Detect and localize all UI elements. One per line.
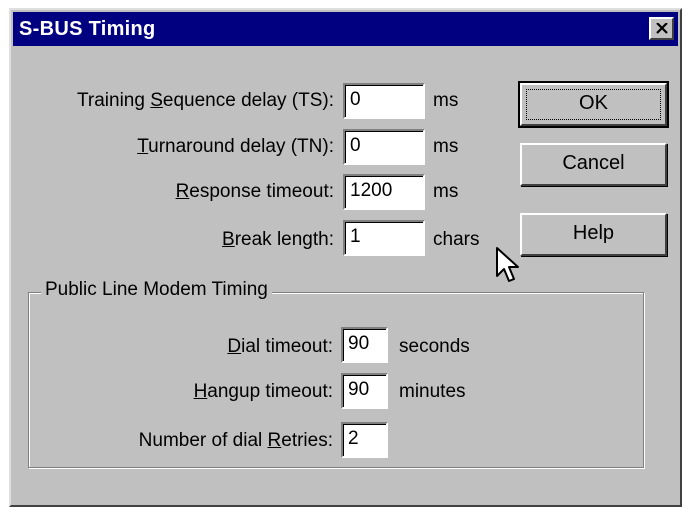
public-line-modem-timing-group: Public Line Modem Timing	[28, 279, 644, 468]
help-button-label: Help	[572, 222, 615, 244]
dial-retries-input[interactable]: 2	[341, 422, 388, 458]
break-length-label: Break length:	[222, 229, 334, 250]
break-length-unit: chars	[433, 229, 480, 250]
turnaround-delay-label: Turnaround delay (TN):	[137, 136, 334, 157]
ok-button-label: OK	[579, 92, 608, 114]
ok-button[interactable]: OK	[518, 81, 669, 128]
cancel-button[interactable]: Cancel	[520, 143, 667, 186]
response-timeout-unit: ms	[433, 181, 459, 202]
group-title: Public Line Modem Timing	[41, 279, 272, 301]
training-sequence-delay-label: Training Sequence delay (TS):	[77, 90, 334, 111]
mouse-pointer-icon	[496, 247, 519, 282]
dial-timeout-unit: seconds	[399, 336, 470, 357]
window-title: S-BUS Timing	[19, 18, 156, 40]
dial-timeout-label: Dial timeout:	[227, 336, 333, 357]
turnaround-delay-input[interactable]: 0	[343, 129, 425, 165]
title-bar[interactable]: S-BUS Timing	[13, 12, 678, 46]
hangup-timeout-input[interactable]: 90	[341, 373, 388, 409]
turnaround-delay-unit: ms	[433, 136, 459, 157]
break-length-input[interactable]: 1	[343, 220, 425, 256]
dial-timeout-input[interactable]: 90	[341, 327, 388, 363]
close-icon	[656, 23, 668, 34]
close-button[interactable]	[649, 17, 674, 40]
hangup-timeout-unit: minutes	[399, 381, 466, 402]
cancel-button-label: Cancel	[562, 152, 625, 174]
response-timeout-input[interactable]: 1200	[343, 174, 425, 210]
training-sequence-delay-unit: ms	[433, 90, 459, 111]
response-timeout-label: Response timeout:	[175, 181, 334, 202]
help-button[interactable]: Help	[520, 213, 667, 256]
dial-retries-label: Number of dial Retries:	[138, 430, 333, 451]
hangup-timeout-label: Hangup timeout:	[193, 381, 333, 402]
training-sequence-delay-input[interactable]: 0	[343, 83, 425, 119]
